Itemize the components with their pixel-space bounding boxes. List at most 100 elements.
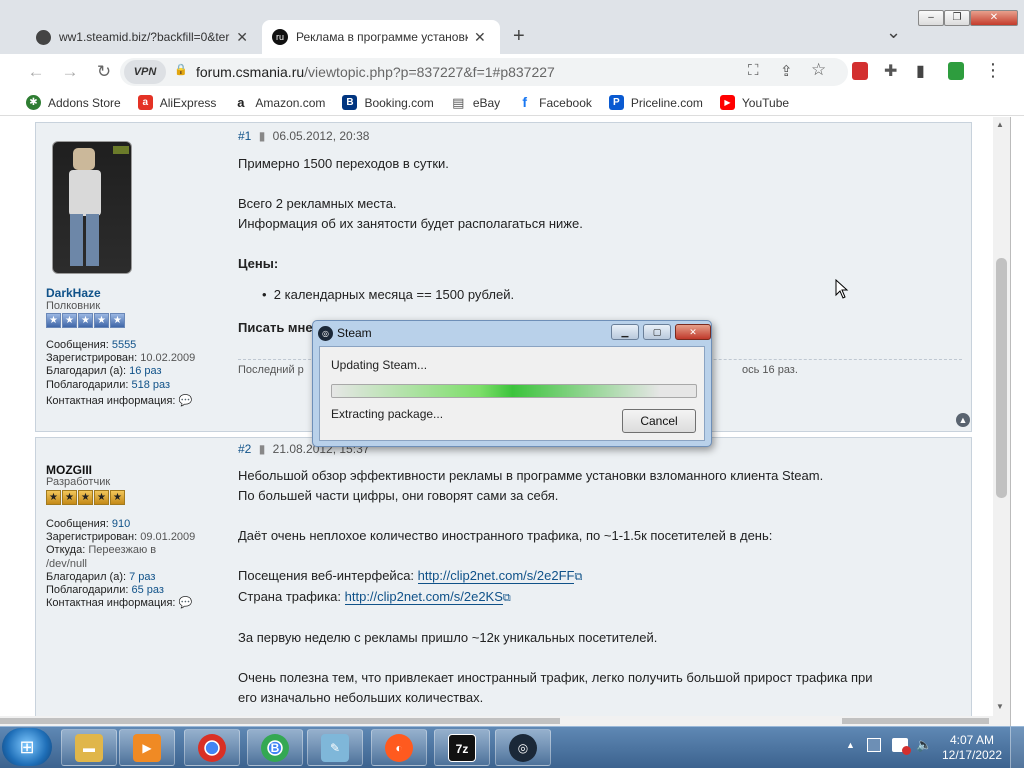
thanked-count[interactable]: 7 раз [129, 571, 155, 583]
speech-bubble-icon[interactable]: 💬 [179, 597, 193, 609]
yandex-browser-icon: ◐ [385, 733, 413, 762]
extensions-icon[interactable]: ✚ [884, 61, 897, 81]
bookmark-ebay[interactable]: ▤ eBay [450, 95, 500, 110]
bookmark-addons-store[interactable]: ✱ Addons Store [26, 95, 121, 110]
star-icon: ★ [94, 313, 109, 328]
scrollbar-thumb[interactable] [996, 258, 1007, 498]
network-icon[interactable] [892, 738, 911, 755]
bookmark-facebook[interactable]: f Facebook [517, 95, 592, 110]
taskbar-media-player[interactable]: ▶ [119, 729, 175, 766]
tab-csmania[interactable]: ru Реклама в программе установк ✕ [262, 20, 500, 54]
thanks-received[interactable]: 65 раз [132, 584, 164, 596]
bookmark-label: Amazon.com [255, 95, 326, 110]
lock-icon[interactable]: 🔒 [174, 63, 188, 76]
thanks-received[interactable]: 518 раз [132, 379, 171, 391]
new-tab-button[interactable]: + [513, 25, 525, 48]
back-button[interactable]: ← [22, 62, 50, 82]
external-link-icon[interactable]: ⧉ [503, 592, 511, 604]
forward-button[interactable]: → [56, 62, 84, 82]
speech-bubble-icon[interactable]: 💬 [179, 395, 193, 407]
steam-update-dialog: ◎ Steam ▁ ▢ ✕ Updating Steam... Extracti… [312, 320, 712, 447]
csmania-favicon-icon: ru [272, 29, 288, 45]
star-icon: ★ [62, 490, 77, 505]
progress-fill [332, 385, 660, 397]
shield-extension-icon[interactable] [948, 62, 964, 80]
volume-icon[interactable]: 🔈 [916, 737, 932, 753]
last-edit-text: Последний р [238, 364, 304, 376]
stat-label: Поблагодарили: [46, 584, 129, 597]
post-body: Примерно 1500 переходов в сутки. Всего 2… [238, 154, 958, 338]
minimize-button[interactable]: ▁ [611, 324, 639, 340]
taskbar-chrome[interactable] [184, 729, 240, 766]
menu-icon[interactable]: ⋮ [984, 60, 1002, 81]
post-body: Небольшой обзор эффективности рекламы в … [238, 466, 968, 708]
scroll-down-arrow-icon[interactable]: ▼ [996, 702, 1004, 711]
taskbar-yandex[interactable]: ◐ [371, 729, 427, 766]
show-hidden-icons-icon[interactable]: ▲ [846, 740, 855, 750]
horizontal-scrollbar-thumb[interactable] [0, 718, 560, 724]
avatar [52, 141, 132, 274]
start-button[interactable]: ⊞ [2, 728, 52, 766]
maximize-button[interactable]: ❐ [944, 10, 970, 26]
bookmark-amazon[interactable]: a Amazon.com [233, 95, 325, 110]
url-text[interactable]: forum.csmania.ru/viewtopic.php?p=837227&… [196, 58, 555, 86]
scroll-up-arrow-icon[interactable]: ▲ [996, 120, 1004, 129]
posts-count[interactable]: 5555 [112, 339, 136, 351]
visits-link[interactable]: http://clip2net.com/s/2e2FF [417, 568, 575, 584]
author-name[interactable]: MOZGIII [46, 463, 92, 477]
translate-icon[interactable]: ⛶ [748, 62, 759, 79]
tab-title: ww1.steamid.biz/?backfill=0&ter [58, 30, 230, 44]
windows-logo-icon: ⊞ [19, 737, 35, 757]
clock-date: 12/17/2022 [941, 748, 1003, 762]
stat-label: Зарегистрирован: [46, 531, 138, 544]
dialog-body: Updating Steam... Extracting package... … [319, 346, 705, 441]
taskbar-chrome-profile[interactable]: B [247, 729, 303, 766]
cancel-button[interactable]: Cancel [622, 409, 696, 433]
posts-count[interactable]: 910 [112, 518, 130, 530]
vpn-button[interactable]: VPN [124, 60, 166, 84]
external-link-icon[interactable]: ⧉ [574, 571, 582, 583]
share-icon[interactable]: ⇪ [780, 62, 793, 80]
close-button[interactable]: ✕ [675, 324, 711, 340]
author-name[interactable]: DarkHaze [46, 286, 101, 300]
post-line: Очень полезна тем, что привлекает иностр… [238, 670, 873, 685]
bookmark-priceline[interactable]: P Priceline.com [608, 95, 703, 110]
country-link[interactable]: http://clip2net.com/s/2e2KS [344, 589, 503, 605]
post-icon: ▮ [258, 442, 266, 456]
tab-steamid[interactable]: ww1.steamid.biz/?backfill=0&ter ✕ [26, 20, 258, 54]
price-item: • 2 календарных месяца == 1500 рублей. [262, 287, 515, 302]
taskbar-explorer[interactable]: ▬ [61, 729, 117, 766]
bookmark-star-icon[interactable]: ☆ [811, 60, 826, 80]
system-clock[interactable]: 4:07 AM 12/17/2022 [940, 733, 1004, 763]
post-number[interactable]: #1 [238, 129, 251, 143]
rank-stars: ★ ★ ★ ★ ★ [46, 313, 126, 328]
tab-search-button[interactable]: ⌄ [886, 22, 901, 43]
visits-label: Посещения веб-интерфейса: [238, 568, 415, 583]
taskbar-7zip[interactable]: 7z [434, 729, 490, 766]
scroll-top-icon[interactable]: ▲ [956, 413, 970, 427]
post-number[interactable]: #2 [238, 442, 251, 456]
adblock-extension-icon[interactable] [852, 62, 868, 80]
show-desktop-button[interactable] [1010, 727, 1024, 768]
minimize-button[interactable]: – [918, 10, 944, 26]
stat-label: Благодарил (а): [46, 570, 127, 583]
star-icon: ★ [62, 313, 77, 328]
close-window-button[interactable]: ✕ [970, 10, 1018, 26]
post-2: MOZGIII Разработчик ★ ★ ★ ★ ★ Сообщения: 910… [35, 437, 972, 726]
action-center-icon[interactable] [867, 738, 881, 752]
reload-button[interactable]: ↻ [90, 62, 118, 82]
bookmark-aliexpress[interactable]: a AliExpress [137, 95, 216, 110]
taskbar-steam[interactable]: ◎ [495, 729, 551, 766]
update-status: Updating Steam... [331, 358, 428, 372]
bookmark-booking[interactable]: B Booking.com [342, 95, 434, 110]
horizontal-scrollbar-thumb[interactable] [842, 718, 989, 724]
bookmark-youtube[interactable]: ▶ YouTube [719, 95, 789, 110]
taskbar-notepad[interactable]: ✎ [307, 729, 363, 766]
sidebar-icon[interactable]: ▮ [916, 61, 925, 81]
mouse-cursor-icon [835, 279, 849, 299]
tab-close-icon[interactable]: ✕ [236, 29, 248, 46]
maximize-button[interactable]: ▢ [643, 324, 671, 340]
star-icon: ★ [110, 313, 125, 328]
thanked-count[interactable]: 16 раз [129, 365, 161, 377]
tab-close-icon[interactable]: ✕ [474, 29, 486, 46]
